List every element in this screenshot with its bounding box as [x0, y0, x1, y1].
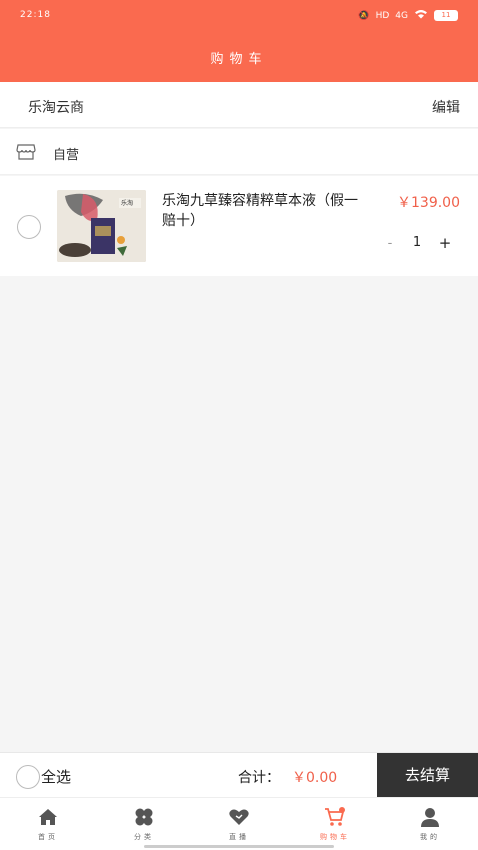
quantity-value: 1: [412, 235, 422, 250]
tab-label: 我的: [420, 833, 440, 841]
tab-cart[interactable]: 购物车: [287, 798, 383, 850]
home-icon: [39, 809, 57, 825]
page-title: 购物车: [210, 52, 268, 67]
status-bar: 22:18 🔕 HD 4G 11: [0, 0, 478, 30]
checkout-bar: 全选 合计： ￥0.00 去结算: [0, 752, 478, 798]
cart-icon: [325, 807, 345, 826]
heart-icon: [229, 809, 249, 825]
tab-profile[interactable]: 我的: [382, 798, 478, 850]
status-time: 22:18: [20, 10, 51, 20]
product-price: ￥139.00: [397, 195, 460, 211]
store-label: 自营: [53, 148, 80, 163]
tab-label: 分类: [134, 833, 154, 841]
quantity-decrease-button[interactable]: -: [383, 236, 397, 251]
checkout-button[interactable]: 去结算: [377, 753, 478, 798]
total-label: 合计：: [238, 770, 280, 786]
cart-item: 乐淘 乐淘九草臻容精粹草本液（假一赔十） ￥139.00 - 1 +: [0, 176, 478, 276]
header: 22:18 🔕 HD 4G 11 购物车: [0, 0, 478, 82]
tab-label: 购物车: [320, 833, 350, 841]
select-all-checkbox[interactable]: [16, 765, 40, 789]
total-value: ￥0.00: [292, 770, 338, 786]
quantity-increase-button[interactable]: +: [437, 234, 453, 252]
shop-bar: 乐淘云商 编辑: [0, 82, 478, 128]
store-icon: [16, 143, 36, 161]
shop-name: 乐淘云商: [28, 100, 84, 116]
product-image[interactable]: 乐淘: [57, 190, 146, 262]
store-group-header: 自营: [0, 129, 478, 175]
signal-icon: 4G: [395, 10, 408, 21]
bottom-tab-bar: 首页 分类 直播 购物车 我的: [0, 797, 478, 850]
tab-category[interactable]: 分类: [96, 798, 192, 850]
svg-text:乐淘: 乐淘: [121, 199, 133, 207]
status-icons: 🔕 HD 4G 11: [358, 9, 458, 22]
edit-button[interactable]: 编辑: [432, 97, 460, 117]
tab-label: 直播: [229, 833, 249, 841]
hd-icon: HD: [375, 10, 390, 21]
category-icon: [135, 808, 153, 826]
tab-label: 首页: [38, 833, 58, 841]
item-select-checkbox[interactable]: [17, 215, 41, 239]
home-indicator: [144, 845, 334, 848]
user-icon: [421, 808, 439, 827]
battery-icon: 11: [434, 10, 458, 21]
wifi-icon: [414, 9, 428, 22]
tab-home[interactable]: 首页: [0, 798, 96, 850]
tab-live[interactable]: 直播: [191, 798, 287, 850]
mute-icon: 🔕: [358, 10, 370, 21]
select-all-label[interactable]: 全选: [41, 766, 71, 787]
product-name[interactable]: 乐淘九草臻容精粹草本液（假一赔十）: [162, 191, 362, 231]
